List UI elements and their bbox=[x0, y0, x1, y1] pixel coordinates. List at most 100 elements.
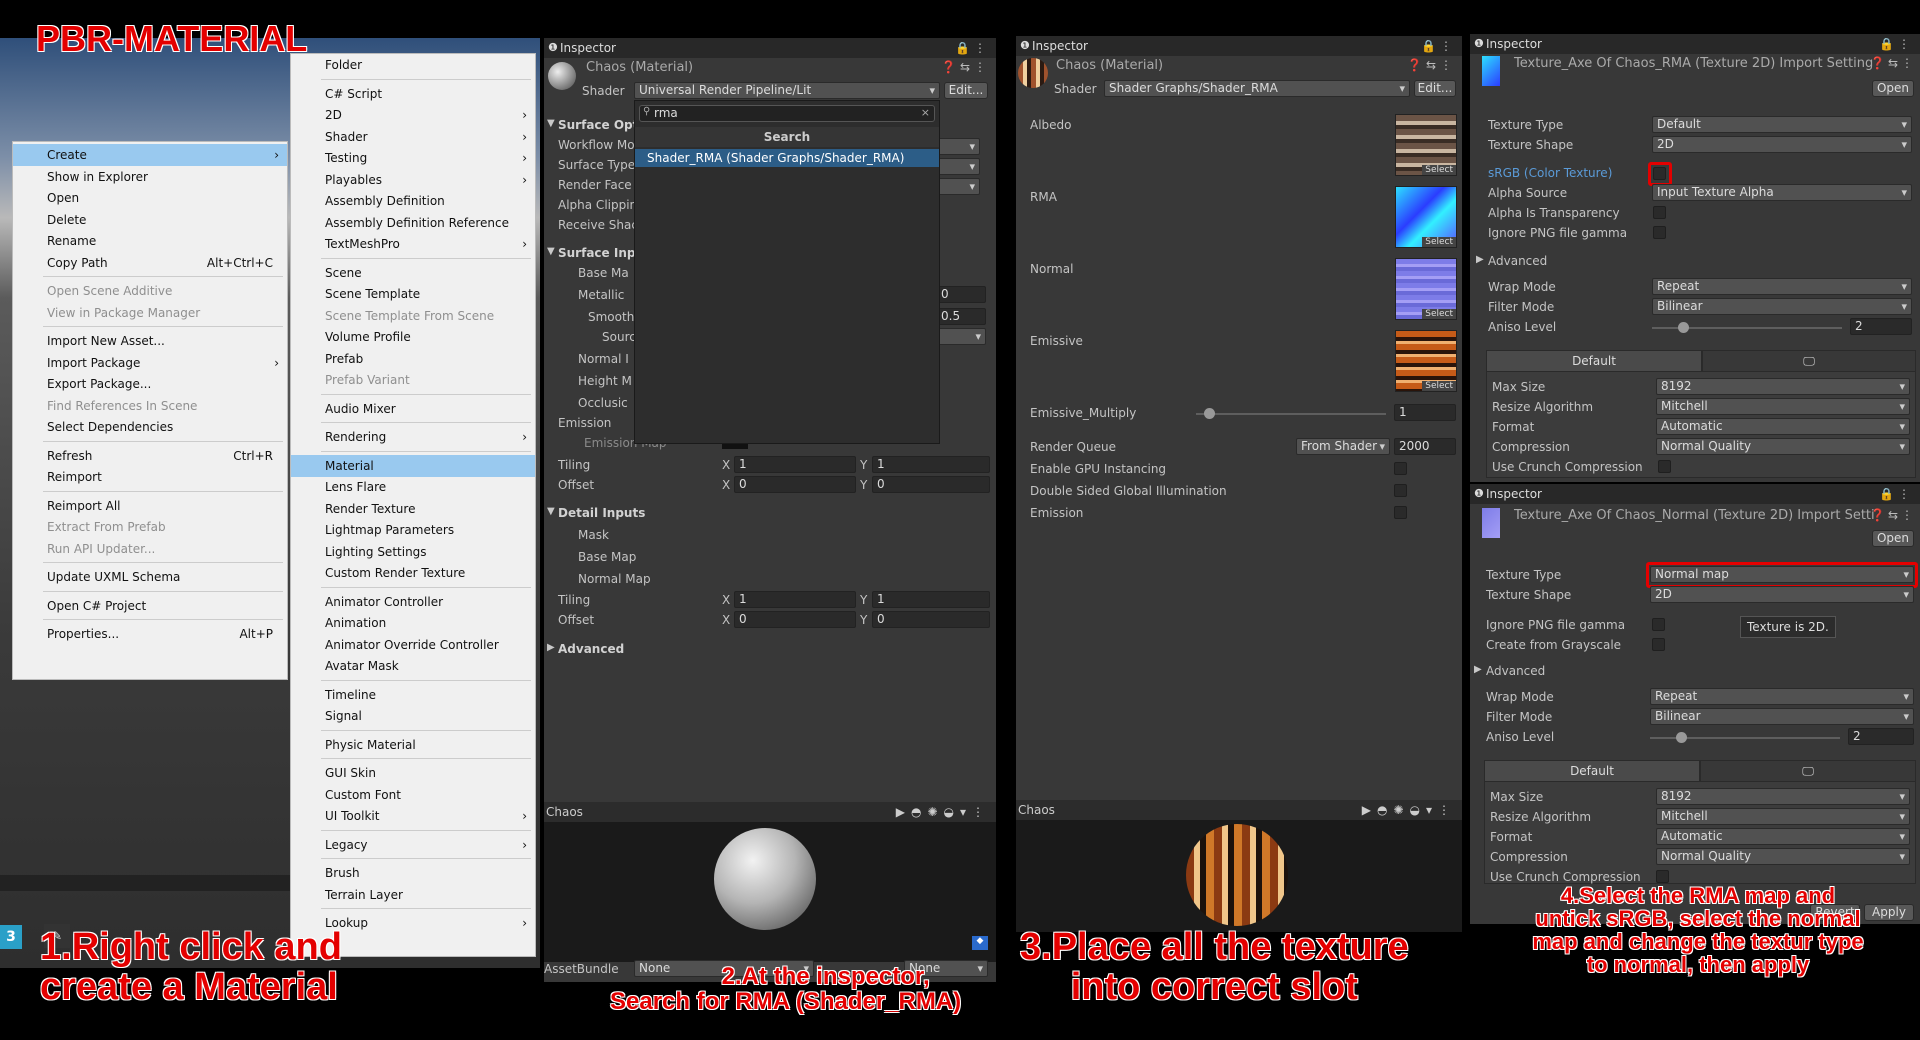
crunch-checkbox[interactable] bbox=[1656, 870, 1669, 883]
crunch-checkbox[interactable] bbox=[1658, 460, 1671, 473]
smoothness-field[interactable]: 0.5 bbox=[936, 308, 986, 325]
menu-item-create[interactable]: Create › bbox=[13, 144, 287, 166]
open-button[interactable]: Open bbox=[1872, 530, 1914, 547]
normal-texture-slot[interactable]: Select bbox=[1395, 258, 1457, 320]
menu-item-2d[interactable]: 2D › bbox=[291, 104, 535, 126]
menu-item-physic-material[interactable]: Physic Material bbox=[291, 734, 535, 756]
emission-checkbox[interactable] bbox=[1394, 506, 1407, 519]
tab-controls-icon[interactable]: 🔒⋮ bbox=[955, 38, 990, 58]
fold-arrow-icon[interactable]: ▶ bbox=[1474, 664, 1482, 675]
max-size-dropdown[interactable]: 8192 bbox=[1656, 378, 1910, 395]
menu-item-shader[interactable]: Shader › bbox=[291, 126, 535, 148]
alpha-transparency-checkbox[interactable] bbox=[1653, 206, 1666, 219]
menu-item-testing[interactable]: Testing › bbox=[291, 147, 535, 169]
tab-default[interactable]: Default bbox=[1484, 760, 1700, 782]
advanced-foldout[interactable]: Advanced bbox=[1486, 664, 1545, 678]
menu-item-lightmap-parameters[interactable]: Lightmap Parameters bbox=[291, 519, 535, 541]
max-size-dropdown[interactable]: 8192 bbox=[1656, 788, 1910, 805]
search-result-item[interactable]: Shader_RMA (Shader Graphs/Shader_RMA) bbox=[635, 149, 939, 167]
menu-item-export-package[interactable]: Export Package... bbox=[13, 373, 287, 395]
surface-inputs-header[interactable]: Surface Inpu bbox=[558, 246, 644, 260]
menu-item-reimport-all[interactable]: Reimport All bbox=[13, 495, 287, 517]
menu-item-legacy[interactable]: Legacy › bbox=[291, 834, 535, 856]
menu-item-brush[interactable]: Brush bbox=[291, 862, 535, 884]
tab-default[interactable]: Default bbox=[1486, 350, 1702, 372]
menu-item-material[interactable]: Material bbox=[291, 454, 535, 477]
preview-controls-icon[interactable]: ▶◓✺◒▾⋮ bbox=[1362, 800, 1456, 820]
menu-item-rename[interactable]: Rename bbox=[13, 230, 287, 252]
ignore-png-gamma-checkbox[interactable] bbox=[1652, 618, 1665, 631]
menu-item-update-uxml-schema[interactable]: Update UXML Schema bbox=[13, 566, 287, 588]
menu-item-properties[interactable]: Properties... Alt+P bbox=[13, 623, 287, 645]
aniso-field[interactable]: 2 bbox=[1850, 318, 1912, 335]
tab-controls-icon[interactable]: 🔒⋮ bbox=[1421, 36, 1456, 56]
metallic-field[interactable]: 0 bbox=[936, 286, 986, 303]
menu-item-copy-path[interactable]: Copy Path Alt+Ctrl+C bbox=[13, 252, 287, 274]
inspector-tab[interactable]: ❶ Inspector 🔒⋮ bbox=[1470, 484, 1920, 504]
menu-item-scene[interactable]: Scene bbox=[291, 262, 535, 284]
advanced-foldout[interactable]: Advanced bbox=[1488, 254, 1547, 268]
menu-item-animator-override-controller[interactable]: Animator Override Controller bbox=[291, 634, 535, 656]
menu-item-lighting-settings[interactable]: Lighting Settings bbox=[291, 541, 535, 563]
inspector-tab[interactable]: ❶ Inspector 🔒⋮ bbox=[1016, 36, 1462, 56]
menu-item-render-texture[interactable]: Render Texture bbox=[291, 498, 535, 520]
menu-item-select-dependencies[interactable]: Select Dependencies bbox=[13, 416, 287, 438]
wrap-mode-dropdown[interactable]: Repeat bbox=[1650, 688, 1914, 705]
menu-item-ui-toolkit[interactable]: UI Toolkit › bbox=[291, 805, 535, 827]
select-button[interactable]: Select bbox=[1422, 165, 1456, 175]
menu-item-timeline[interactable]: Timeline bbox=[291, 684, 535, 706]
menu-item-c-script[interactable]: C# Script bbox=[291, 83, 535, 105]
menu-item-scene-template[interactable]: Scene Template bbox=[291, 283, 535, 305]
albedo-texture-slot[interactable]: Select bbox=[1395, 114, 1457, 176]
header-icons[interactable]: ❓⇆⋮ bbox=[1870, 508, 1916, 522]
tiling-x-field[interactable]: 1 bbox=[734, 456, 856, 473]
detail-inputs-header[interactable]: Detail Inputs bbox=[558, 506, 645, 520]
menu-item-volume-profile[interactable]: Volume Profile bbox=[291, 326, 535, 348]
resize-algorithm-dropdown[interactable]: Mitchell bbox=[1656, 398, 1910, 415]
detail-offset-x-field[interactable]: 0 bbox=[734, 611, 856, 628]
inspector-tab[interactable]: ❶ Inspector 🔒⋮ bbox=[544, 38, 996, 58]
shader-dropdown[interactable]: Universal Render Pipeline/Lit bbox=[634, 82, 940, 99]
header-icons[interactable]: ❓⇆⋮ bbox=[941, 60, 990, 74]
select-button[interactable]: Select bbox=[1422, 309, 1456, 319]
menu-item-avatar-mask[interactable]: Avatar Mask bbox=[291, 655, 535, 677]
unity-hub-icon[interactable]: 3 bbox=[0, 925, 22, 949]
fold-arrow-icon[interactable]: ▶ bbox=[1476, 254, 1484, 265]
emissive-multiply-field[interactable]: 1 bbox=[1394, 404, 1456, 421]
clear-search-icon[interactable]: × bbox=[921, 106, 930, 119]
aniso-field[interactable]: 2 bbox=[1848, 728, 1914, 745]
menu-item-import-new-asset[interactable]: Import New Asset... bbox=[13, 330, 287, 352]
menu-item-open[interactable]: Open bbox=[13, 187, 287, 209]
emissive-multiply-slider[interactable] bbox=[1196, 413, 1386, 415]
compression-dropdown[interactable]: Normal Quality bbox=[1656, 848, 1910, 865]
surface-options-header[interactable]: Surface Opti bbox=[558, 118, 643, 132]
tab-controls-icon[interactable]: 🔒⋮ bbox=[1879, 484, 1914, 504]
compression-dropdown[interactable]: Normal Quality bbox=[1656, 438, 1910, 455]
menu-item-open-c-project[interactable]: Open C# Project bbox=[13, 595, 287, 617]
render-face-dropdown[interactable] bbox=[936, 178, 980, 195]
shader-dropdown[interactable]: Shader Graphs/Shader_RMA bbox=[1104, 80, 1410, 97]
double-sided-gi-checkbox[interactable] bbox=[1394, 484, 1407, 497]
texture-type-dropdown[interactable]: Default bbox=[1652, 116, 1912, 133]
open-button[interactable]: Open bbox=[1872, 80, 1914, 97]
search-input[interactable]: ⚲ rma × bbox=[639, 105, 935, 122]
menu-item-assembly-definition[interactable]: Assembly Definition bbox=[291, 190, 535, 212]
menu-item-animator-controller[interactable]: Animator Controller bbox=[291, 591, 535, 613]
preview-tag-icon[interactable]: ◆ bbox=[972, 936, 988, 950]
wrap-mode-dropdown[interactable]: Repeat bbox=[1652, 278, 1912, 295]
select-button[interactable]: Select bbox=[1422, 237, 1456, 247]
format-dropdown[interactable]: Automatic bbox=[1656, 828, 1910, 845]
source-dropdown[interactable] bbox=[936, 328, 986, 345]
alpha-source-dropdown[interactable]: Input Texture Alpha bbox=[1652, 184, 1912, 201]
header-icons[interactable]: ❓⇆⋮ bbox=[1407, 58, 1456, 72]
menu-item-prefab[interactable]: Prefab bbox=[291, 348, 535, 370]
tab-controls-icon[interactable]: 🔒⋮ bbox=[1879, 34, 1914, 54]
filter-mode-dropdown[interactable]: Bilinear bbox=[1652, 298, 1912, 315]
menu-item-folder[interactable]: Folder bbox=[291, 54, 535, 76]
emissive-texture-slot[interactable]: Select bbox=[1395, 330, 1457, 392]
menu-item-audio-mixer[interactable]: Audio Mixer bbox=[291, 398, 535, 420]
menu-item-reimport[interactable]: Reimport bbox=[13, 466, 287, 488]
fold-arrow-icon[interactable]: ▼ bbox=[547, 506, 555, 517]
menu-item-gui-skin[interactable]: GUI Skin bbox=[291, 762, 535, 784]
menu-item-lens-flare[interactable]: Lens Flare bbox=[291, 476, 535, 498]
